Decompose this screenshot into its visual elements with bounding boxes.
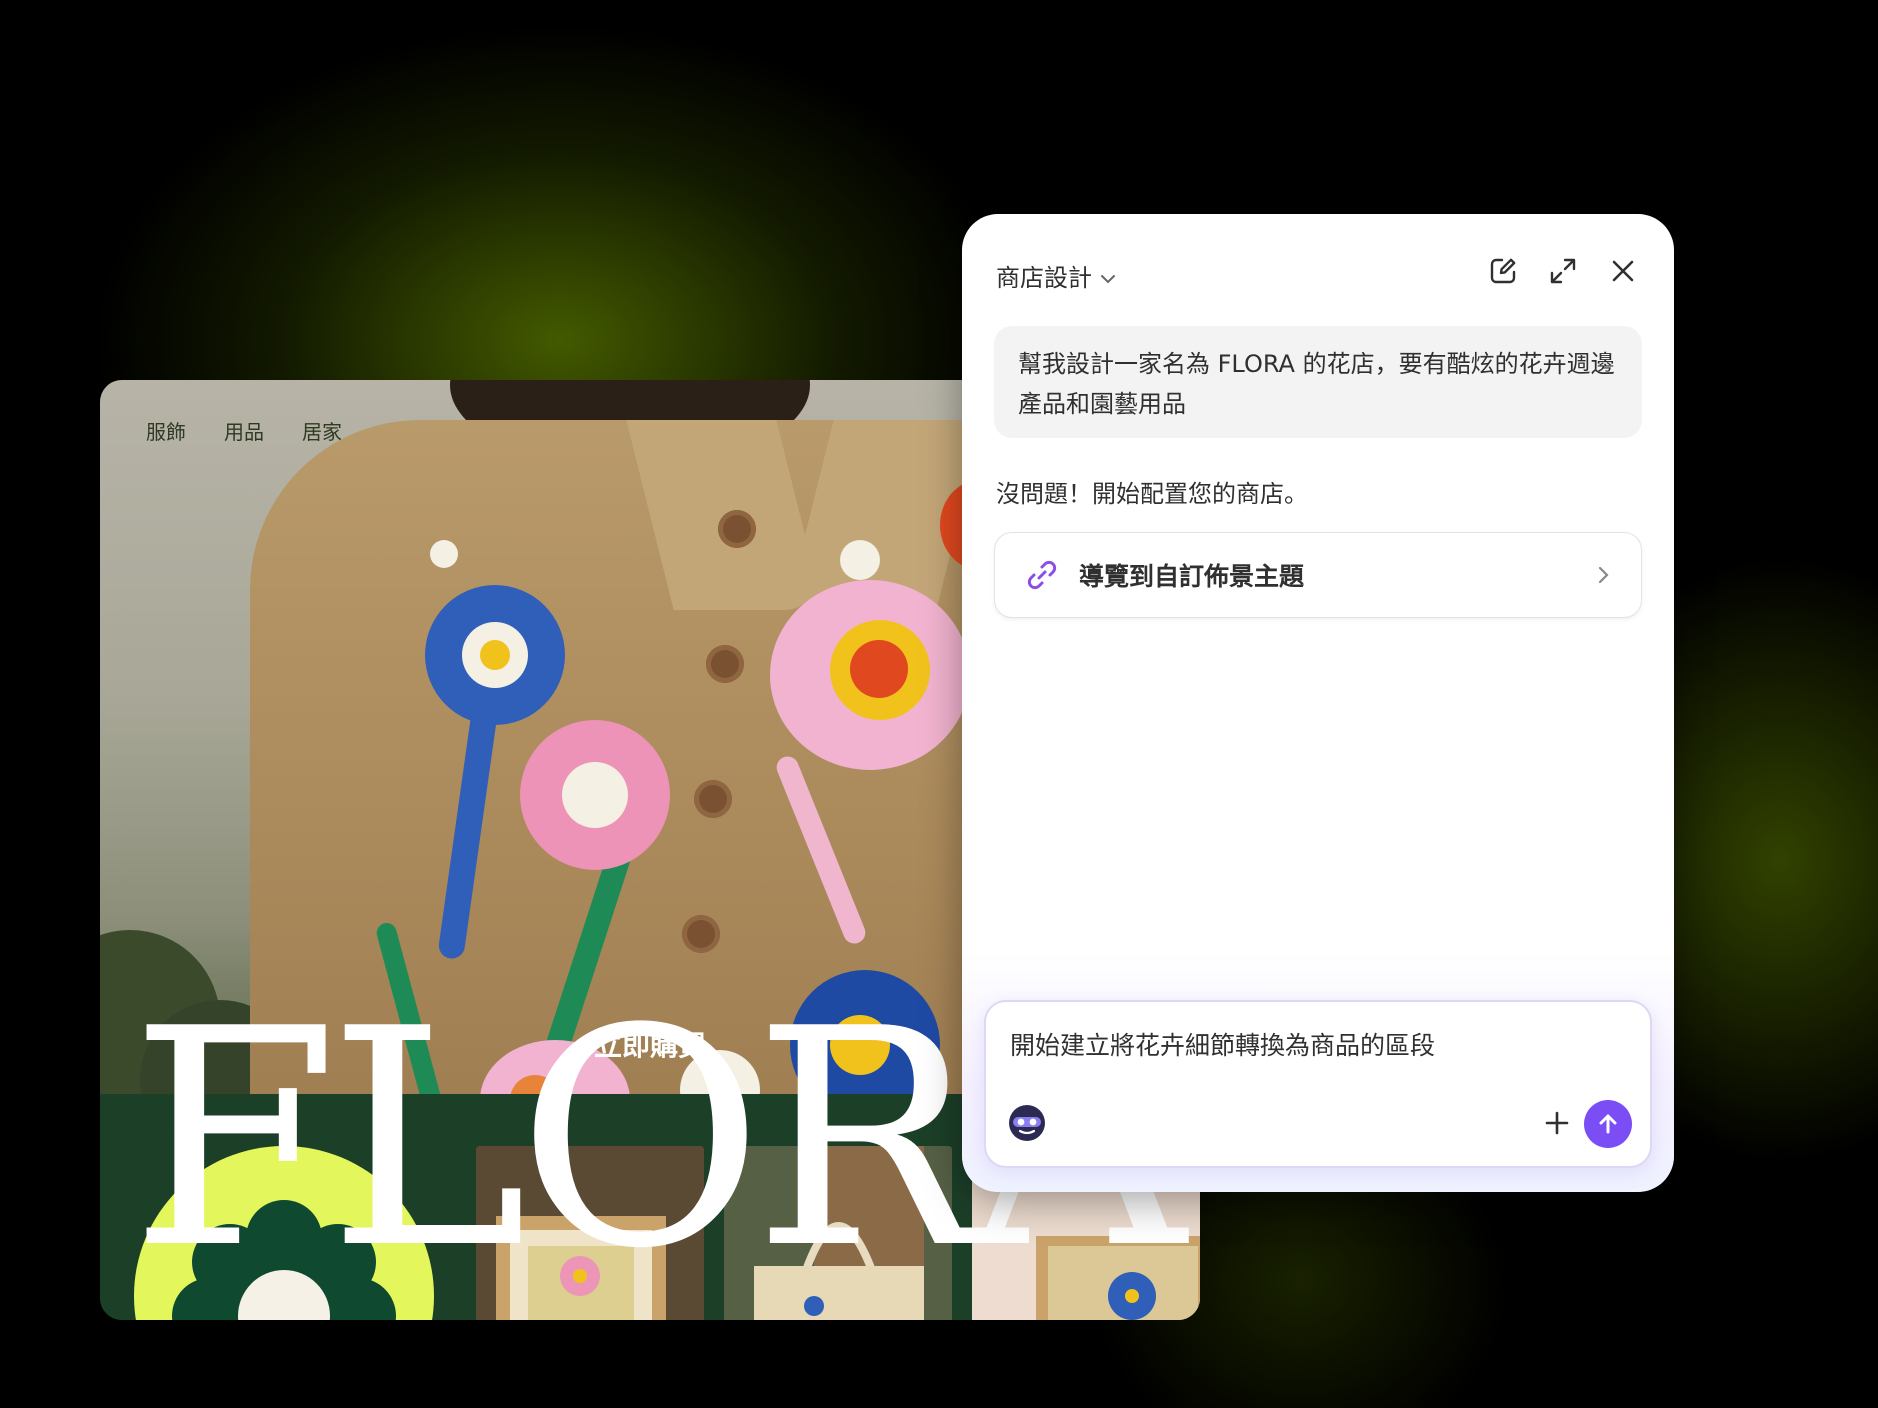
expand-icon bbox=[1550, 258, 1576, 284]
send-button[interactable] bbox=[1584, 1100, 1632, 1148]
assistant-reply: 沒問題！開始配置您的商店。 bbox=[996, 480, 1308, 508]
chevron-right-icon bbox=[1598, 566, 1609, 584]
store-nav: 服飾 用品 居家 bbox=[146, 416, 342, 445]
nav-item-apparel[interactable]: 服飾 bbox=[146, 416, 186, 445]
link-icon bbox=[1025, 558, 1059, 592]
panel-header: 商店設計 bbox=[996, 250, 1640, 300]
user-message-bubble: 幫我設計一家名為 FLORA 的花店，要有酷炫的花卉週邊產品和園藝用品 bbox=[994, 326, 1642, 438]
chevron-down-icon bbox=[1101, 275, 1115, 284]
close-icon bbox=[1612, 260, 1634, 282]
close-button[interactable] bbox=[1606, 254, 1640, 288]
panel-title: 商店設計 bbox=[996, 264, 1092, 292]
nav-item-home[interactable]: 居家 bbox=[302, 416, 342, 445]
jacket-button bbox=[694, 780, 732, 818]
navigate-theme-card[interactable]: 導覽到自訂佈景主題 bbox=[994, 532, 1642, 618]
assistant-panel: 商店設計 幫我設計一家名為 FLORA 的花店，要有酷炫的花卉週邊產品和園藝用品… bbox=[962, 214, 1674, 1192]
jacket-button bbox=[706, 645, 744, 683]
nav-item-goods[interactable]: 用品 bbox=[224, 416, 264, 445]
plus-icon bbox=[1545, 1111, 1569, 1135]
navigate-theme-label: 導覽到自訂佈景主題 bbox=[1079, 562, 1305, 591]
edit-icon bbox=[1490, 258, 1516, 284]
jacket-button bbox=[718, 510, 756, 548]
expand-button[interactable] bbox=[1546, 254, 1580, 288]
assistant-avatar-icon bbox=[1009, 1105, 1045, 1141]
new-chat-button[interactable] bbox=[1486, 254, 1520, 288]
jacket-button bbox=[682, 915, 720, 953]
add-attachment-button[interactable] bbox=[1540, 1106, 1574, 1140]
arrow-up-icon bbox=[1599, 1114, 1617, 1134]
panel-title-menu[interactable]: 商店設計 bbox=[996, 258, 1118, 293]
prompt-composer[interactable]: 開始建立將花卉細節轉換為商品的區段 bbox=[984, 1000, 1652, 1168]
prompt-input[interactable]: 開始建立將花卉細節轉換為商品的區段 bbox=[1010, 1026, 1435, 1062]
